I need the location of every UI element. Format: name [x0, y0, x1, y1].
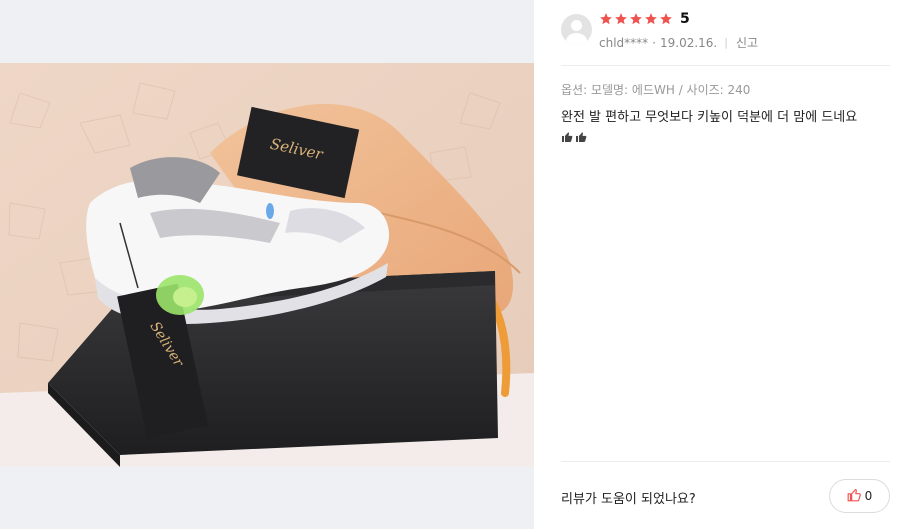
- report-link[interactable]: 신고: [736, 34, 758, 51]
- thumbs-up-icon: [575, 131, 587, 143]
- review-photo-image: Seliver Seliver: [0, 63, 534, 467]
- review-photo[interactable]: Seliver Seliver: [0, 63, 534, 467]
- like-button[interactable]: 0: [829, 479, 890, 513]
- star-icon: [644, 12, 658, 26]
- review-content: 완전 발 편하고 무엇보다 키높이 덕분에 더 맘에 드네요: [561, 110, 858, 125]
- avatar: [561, 14, 592, 45]
- meta-separator: |: [724, 36, 728, 49]
- thumbs-up-icon: [847, 487, 865, 506]
- divider: [561, 65, 890, 66]
- star-icon: [629, 12, 643, 26]
- star-icon: [614, 12, 628, 26]
- star-icon: [659, 12, 673, 26]
- star-icon: [599, 12, 613, 26]
- meta-dot: ·: [652, 35, 656, 50]
- review-date: 19.02.16.: [659, 35, 718, 50]
- review-meta: chld**** · 19.02.16. | 신고: [599, 34, 758, 51]
- review-detail-panel: 5 chld**** · 19.02.16. | 신고 옵션: 모델명: 에드W…: [534, 0, 909, 529]
- helpful-question: 리뷰가 도움이 되었나요?: [561, 492, 696, 507]
- star-rating: 5: [599, 11, 690, 27]
- avatar-body-shape: [566, 33, 587, 45]
- review-emoji-line: [561, 131, 587, 143]
- divider: [561, 461, 890, 462]
- like-count: 0: [864, 489, 873, 503]
- avatar-head-shape: [571, 20, 582, 31]
- review-photo-panel: Seliver Seliver: [0, 0, 534, 529]
- thumbs-up-icon: [561, 131, 573, 143]
- rating-score: 5: [680, 11, 690, 27]
- purchase-option: 옵션: 모델명: 에드WH / 사이즈: 240: [561, 83, 751, 97]
- author-name: chld****: [599, 35, 649, 50]
